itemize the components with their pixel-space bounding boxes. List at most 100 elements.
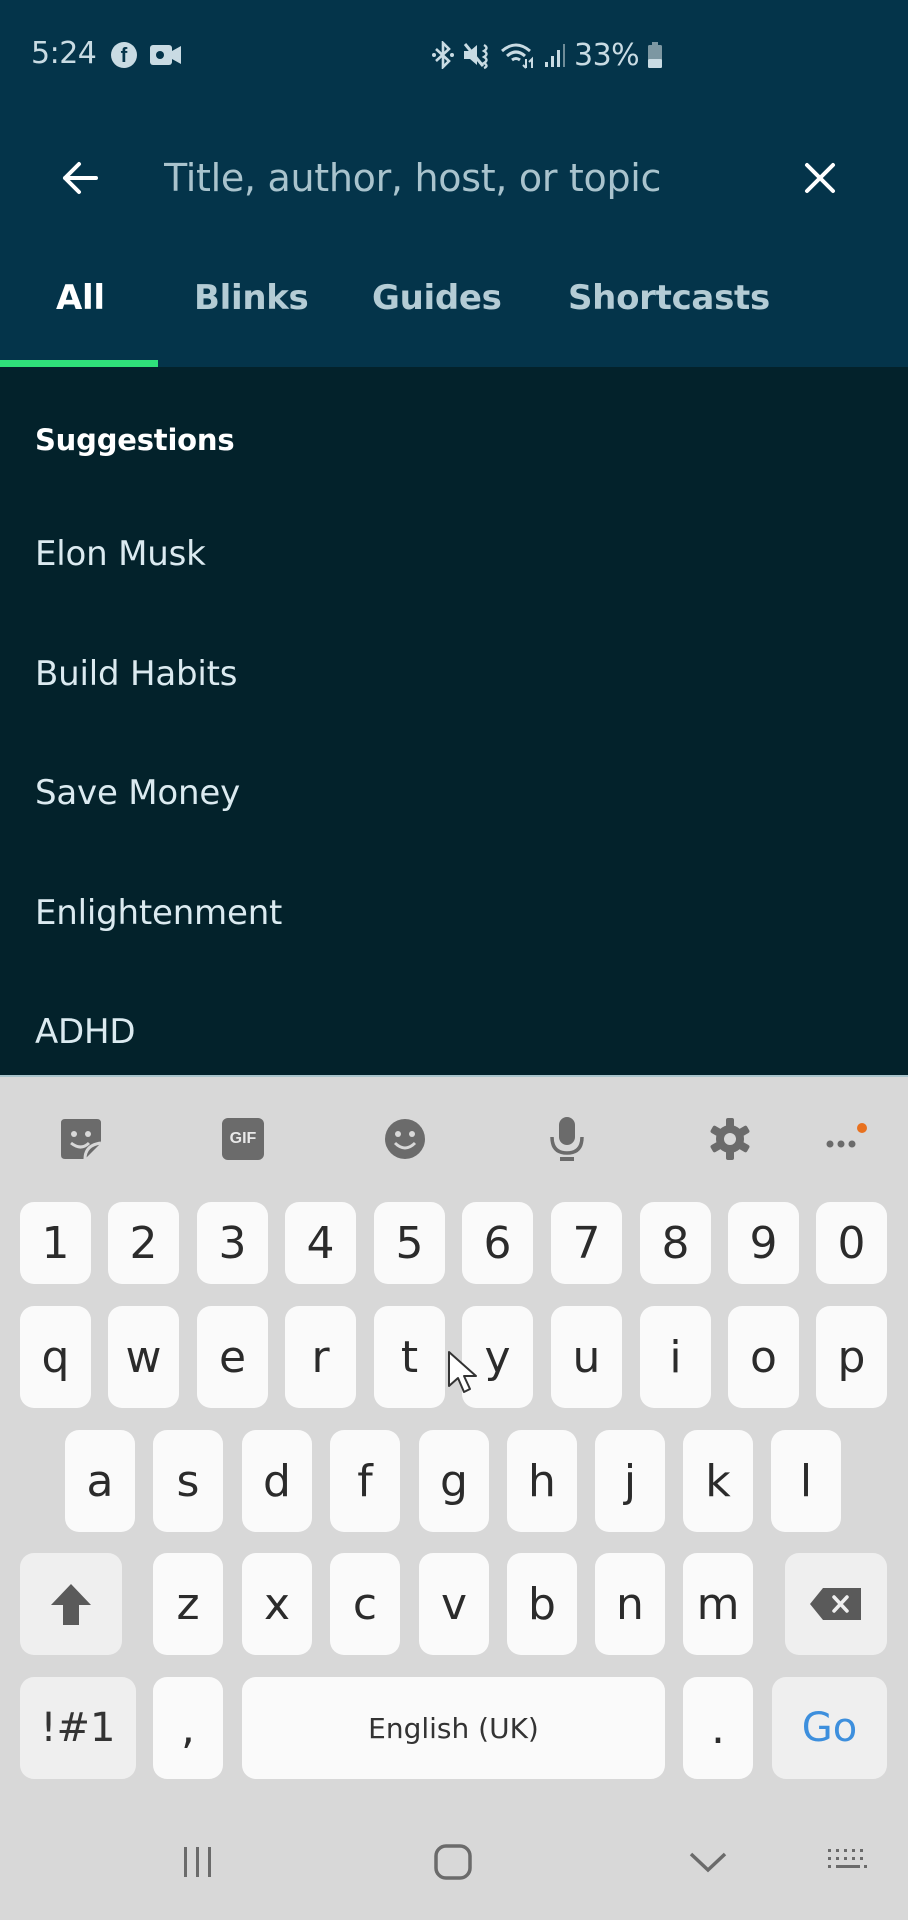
keyboard-settings-button[interactable] <box>698 1107 762 1171</box>
status-bar: 5:24 f 33% <box>0 0 908 110</box>
gif-button[interactable]: GIF <box>211 1107 275 1171</box>
battery-percent: 33% <box>574 37 640 73</box>
suggestion-item[interactable]: Enlightenment <box>35 893 282 933</box>
key-b[interactable]: b <box>507 1553 577 1655</box>
key-c[interactable]: c <box>330 1553 400 1655</box>
emoji-button[interactable] <box>373 1107 437 1171</box>
key-k[interactable]: k <box>683 1430 753 1532</box>
home-icon <box>434 1844 472 1880</box>
facebook-icon: f <box>111 42 137 68</box>
video-camera-icon <box>150 45 181 65</box>
search-bar <box>0 130 908 226</box>
settings-icon <box>710 1118 750 1160</box>
keyboard-icon <box>828 1849 867 1868</box>
key-n[interactable]: n <box>595 1553 665 1655</box>
suggestion-item[interactable]: Save Money <box>35 773 240 813</box>
key-3[interactable]: 3 <box>197 1202 268 1284</box>
home-button[interactable] <box>413 1832 493 1892</box>
keyboard-toolbar: GIF <box>0 1099 908 1179</box>
key-u[interactable]: u <box>551 1306 622 1408</box>
key-d[interactable]: d <box>242 1430 312 1532</box>
key-e[interactable]: e <box>197 1306 268 1408</box>
tab-shortcasts[interactable]: Shortcasts <box>568 278 770 318</box>
clear-search-button[interactable] <box>794 154 846 202</box>
key-a[interactable]: a <box>65 1430 135 1532</box>
status-icons: 33% <box>432 36 663 74</box>
notification-dot <box>857 1123 867 1133</box>
key-z[interactable]: z <box>153 1553 223 1655</box>
gif-icon: GIF <box>222 1118 264 1160</box>
key-s[interactable]: s <box>153 1430 223 1532</box>
key-f[interactable]: f <box>330 1430 400 1532</box>
period-key[interactable]: . <box>683 1677 753 1779</box>
key-7[interactable]: 7 <box>551 1202 622 1284</box>
backspace-key[interactable] <box>785 1553 887 1655</box>
chevron-down-icon <box>689 1852 727 1873</box>
key-r[interactable]: r <box>285 1306 356 1408</box>
shift-key[interactable] <box>20 1553 122 1655</box>
more-icon <box>826 1123 867 1148</box>
key-l[interactable]: l <box>771 1430 841 1532</box>
comma-key[interactable]: , <box>153 1677 223 1779</box>
key-p[interactable]: p <box>816 1306 887 1408</box>
tab-all[interactable]: All <box>56 278 105 318</box>
space-bar[interactable]: English (UK) <box>242 1677 665 1779</box>
vibrate-mute-icon <box>463 43 488 69</box>
battery-icon <box>648 42 663 68</box>
key-o[interactable]: o <box>728 1306 799 1408</box>
sticker-icon <box>61 1119 102 1160</box>
suggestion-item[interactable]: ADHD <box>35 1012 136 1052</box>
key-h[interactable]: h <box>507 1430 577 1532</box>
symbols-key[interactable]: !#1 <box>20 1677 136 1779</box>
key-i[interactable]: i <box>640 1306 711 1408</box>
recent-apps-button[interactable] <box>158 1832 238 1892</box>
hide-keyboard-button[interactable] <box>668 1832 748 1892</box>
sticker-button[interactable] <box>49 1107 113 1171</box>
more-options-button[interactable] <box>815 1107 879 1171</box>
key-m[interactable]: m <box>683 1553 753 1655</box>
wifi-icon <box>501 43 533 69</box>
key-t[interactable]: t <box>374 1306 445 1408</box>
app-header: 5:24 f 33% Title, author, host, or topic… <box>0 0 908 367</box>
keyboard-switch-button[interactable] <box>808 1832 888 1892</box>
shift-arrow-icon <box>51 1584 91 1625</box>
key-v[interactable]: v <box>419 1553 489 1655</box>
emoji-icon <box>385 1119 425 1159</box>
voice-input-button[interactable] <box>535 1107 599 1171</box>
tab-blinks[interactable]: Blinks <box>194 278 309 318</box>
key-g[interactable]: g <box>419 1430 489 1532</box>
recent-apps-icon <box>184 1847 211 1877</box>
key-5[interactable]: 5 <box>374 1202 445 1284</box>
tab-guides[interactable]: Guides <box>372 278 502 318</box>
go-key[interactable]: Go <box>772 1677 887 1779</box>
key-4[interactable]: 4 <box>285 1202 356 1284</box>
system-navigation-bar <box>0 1800 908 1920</box>
suggestion-item[interactable]: Elon Musk <box>35 534 206 574</box>
signal-icon <box>545 44 565 67</box>
back-button[interactable] <box>52 154 108 202</box>
bluetooth-icon <box>432 41 454 69</box>
key-j[interactable]: j <box>595 1430 665 1532</box>
key-w[interactable]: w <box>108 1306 179 1408</box>
key-y[interactable]: y <box>462 1306 533 1408</box>
status-time: 5:24 <box>31 36 97 71</box>
close-icon <box>805 163 835 193</box>
key-q[interactable]: q <box>20 1306 91 1408</box>
active-tab-indicator <box>0 360 158 367</box>
on-screen-keyboard: GIF 1 2 3 4 5 6 7 8 9 0 q w e r t y u i … <box>0 1075 908 1920</box>
key-x[interactable]: x <box>242 1553 312 1655</box>
backspace-icon <box>810 1588 861 1620</box>
tab-bar: All Blinks Guides Shortcasts <box>0 268 908 367</box>
microphone-icon <box>550 1117 584 1161</box>
search-input[interactable] <box>164 148 764 208</box>
suggestions-heading: Suggestions <box>35 423 235 457</box>
key-9[interactable]: 9 <box>728 1202 799 1284</box>
suggestion-item[interactable]: Build Habits <box>35 654 237 694</box>
key-1[interactable]: 1 <box>20 1202 91 1284</box>
key-8[interactable]: 8 <box>640 1202 711 1284</box>
key-2[interactable]: 2 <box>108 1202 179 1284</box>
key-6[interactable]: 6 <box>462 1202 533 1284</box>
suggestions-list: Suggestions Elon Musk Build Habits Save … <box>0 367 908 1075</box>
arrow-left-icon <box>63 162 98 194</box>
key-0[interactable]: 0 <box>816 1202 887 1284</box>
